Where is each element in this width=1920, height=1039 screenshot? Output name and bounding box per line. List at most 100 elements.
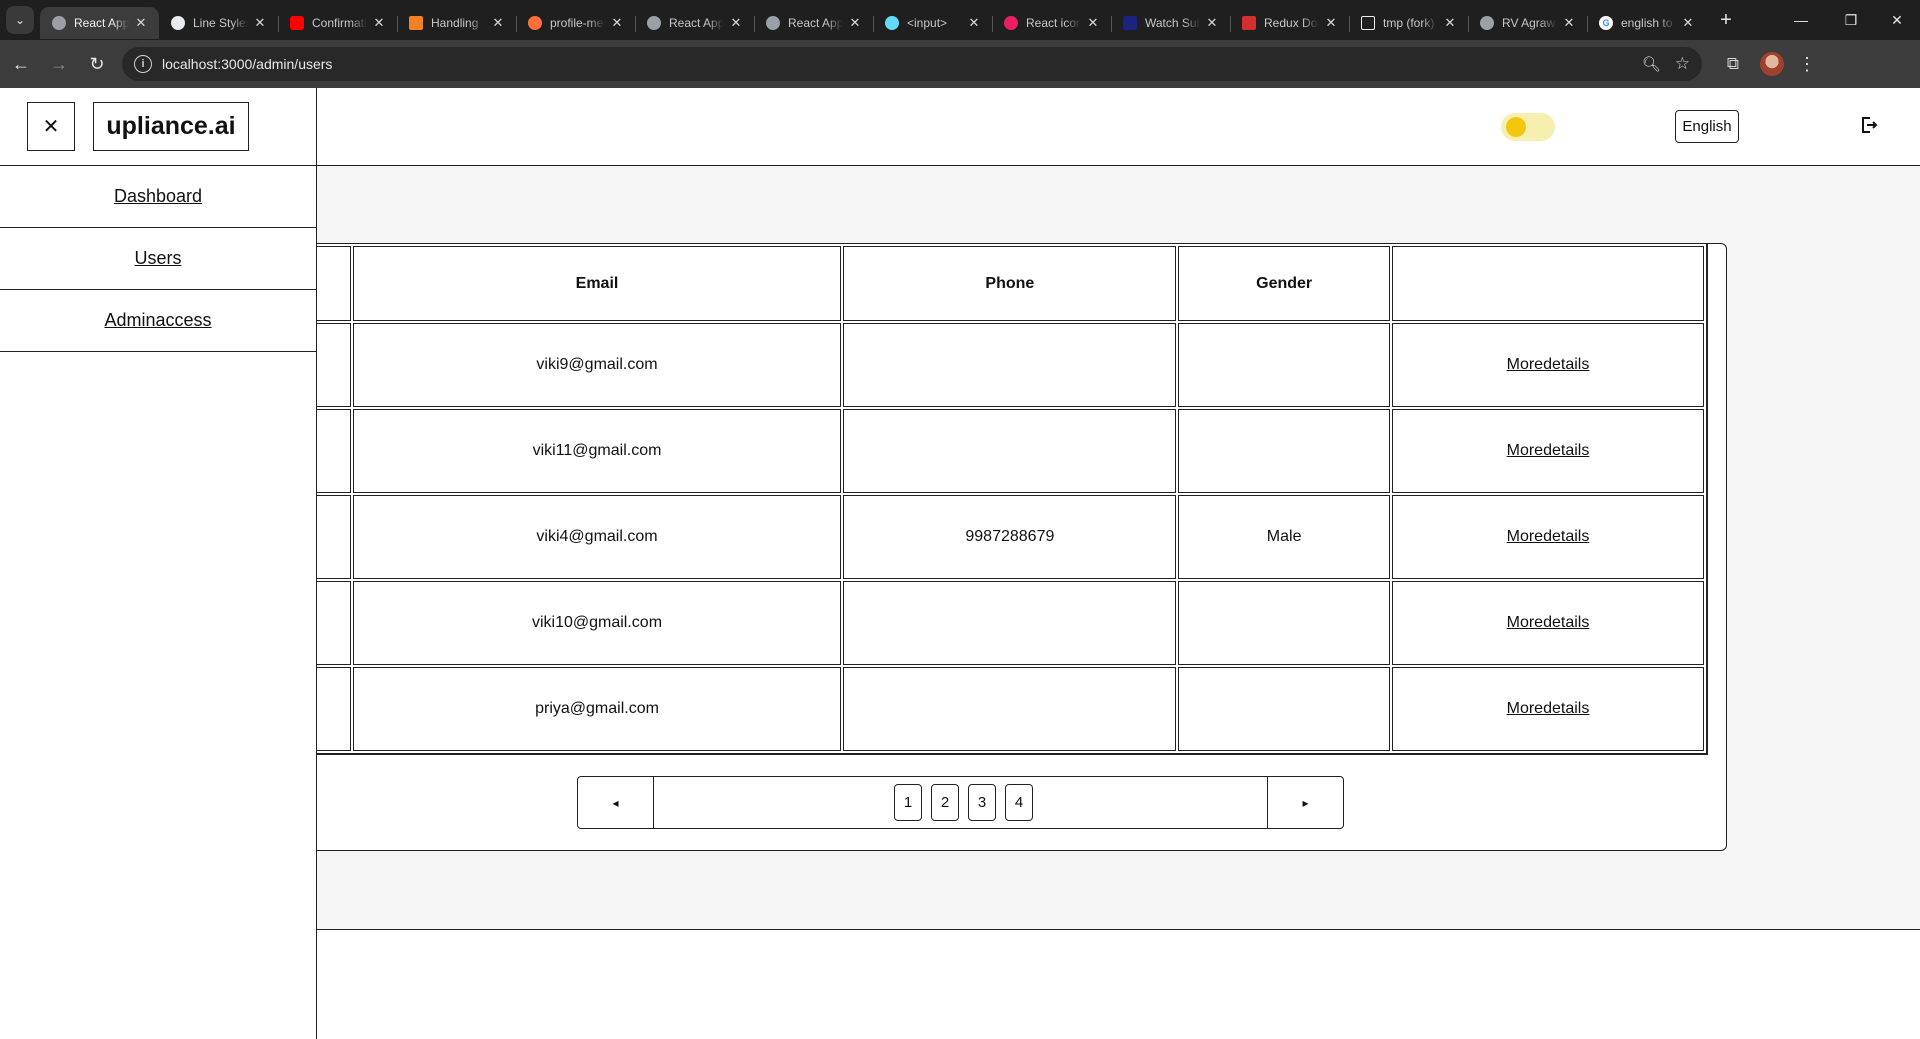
page-button-4[interactable]: 4 xyxy=(1005,784,1033,821)
language-select-button[interactable]: English xyxy=(1675,110,1739,143)
table-cell-hidden xyxy=(317,409,351,493)
extensions-puzzle-icon[interactable]: ⧉ xyxy=(1716,47,1750,81)
react-icons-icon xyxy=(1004,16,1018,30)
tab-list: React App ✕ Line Styles ✕ Confirmation ✕… xyxy=(40,0,1706,40)
bookmark-star-icon[interactable]: ☆ xyxy=(1675,54,1690,74)
email-cell: viki9@gmail.com xyxy=(352,323,842,407)
gender-cell xyxy=(1178,581,1390,665)
close-tab-icon[interactable]: ✕ xyxy=(252,15,268,31)
more-details-link[interactable]: Moredetails xyxy=(1507,700,1590,717)
table-header-hidden xyxy=(317,246,351,321)
top-header: English xyxy=(317,88,1920,166)
action-cell: Moredetails xyxy=(1391,581,1704,665)
close-tab-icon[interactable]: ✕ xyxy=(371,15,387,31)
browser-tab[interactable]: profile-menu ✕ xyxy=(516,7,635,39)
browser-tab[interactable]: Watch Sub ✕ xyxy=(1111,7,1230,39)
browser-tab[interactable]: React icons ✕ xyxy=(992,7,1111,39)
browser-tab[interactable]: React App ✕ xyxy=(40,7,159,39)
browser-tab[interactable]: G english to ✕ xyxy=(1587,7,1706,39)
restore-icon[interactable]: ❐ xyxy=(1828,0,1874,40)
shield-icon xyxy=(171,16,185,30)
close-tab-icon[interactable]: ✕ xyxy=(728,15,744,31)
phone-cell xyxy=(843,581,1177,665)
theme-toggle[interactable] xyxy=(1501,113,1555,141)
users-table: Email Phone Gender viki9@gmail.com Mored… xyxy=(317,244,1708,755)
table-cell-hidden xyxy=(317,323,351,407)
table-header-phone: Phone xyxy=(843,246,1177,321)
sidebar-item-users[interactable]: Users xyxy=(0,228,316,290)
close-window-icon[interactable]: ✕ xyxy=(1874,0,1920,40)
page-number-list: 1 2 3 4 xyxy=(654,777,1267,828)
tab-title: Redux Docs xyxy=(1264,16,1319,30)
close-tab-icon[interactable]: ✕ xyxy=(966,15,982,31)
minimize-icon[interactable]: — xyxy=(1778,0,1824,40)
square-icon xyxy=(1361,16,1375,30)
close-tab-icon[interactable]: ✕ xyxy=(1561,15,1577,31)
browser-tab[interactable]: React App ✕ xyxy=(754,7,873,39)
browser-tab[interactable]: tmp (fork) ✕ xyxy=(1349,7,1468,39)
more-details-link[interactable]: Moredetails xyxy=(1507,442,1590,459)
close-tab-icon[interactable]: ✕ xyxy=(490,15,506,31)
globe-icon xyxy=(52,16,66,30)
main-content: Email Phone Gender viki9@gmail.com Mored… xyxy=(317,166,1920,930)
prev-page-caret-icon[interactable]: ◂ xyxy=(578,777,654,828)
phone-cell xyxy=(843,409,1177,493)
profile-avatar[interactable] xyxy=(1760,52,1784,76)
page-button-2[interactable]: 2 xyxy=(931,784,959,821)
tab-title: React App xyxy=(788,16,843,30)
browser-tab[interactable]: RV Agrawal ✕ xyxy=(1468,7,1587,39)
tab-title: React icons xyxy=(1026,16,1081,30)
close-tab-icon[interactable]: ✕ xyxy=(1323,15,1339,31)
close-tab-icon[interactable]: ✕ xyxy=(1680,15,1696,31)
email-cell: priya@gmail.com xyxy=(352,667,842,751)
reload-icon[interactable]: ↻ xyxy=(80,47,114,81)
tab-search-chevron-icon[interactable]: ⌄ xyxy=(6,6,34,34)
email-cell: viki10@gmail.com xyxy=(352,581,842,665)
logout-icon[interactable] xyxy=(1858,114,1880,136)
tab-title: Watch Sub xyxy=(1145,16,1200,30)
table-row: viki11@gmail.com Moredetails xyxy=(317,409,1704,493)
more-details-link[interactable]: Moredetails xyxy=(1507,528,1590,545)
close-tab-icon[interactable]: ✕ xyxy=(1204,15,1220,31)
browser-menu-kebab-icon[interactable]: ⋮ xyxy=(1792,47,1822,81)
close-tab-icon[interactable]: ✕ xyxy=(133,15,149,31)
table-header-action xyxy=(1391,246,1704,321)
browser-tab[interactable]: Redux Docs ✕ xyxy=(1230,7,1349,39)
browser-tab[interactable]: Confirmation ✕ xyxy=(278,7,397,39)
action-cell: Moredetails xyxy=(1391,667,1704,751)
page-button-1[interactable]: 1 xyxy=(894,784,922,821)
sidebar-item-dashboard[interactable]: Dashboard xyxy=(0,166,316,228)
email-cell: viki11@gmail.com xyxy=(352,409,842,493)
sidebar-header: ✕ upliance.ai xyxy=(0,88,316,166)
forward-arrow-icon[interactable]: → xyxy=(42,47,76,81)
next-page-caret-icon[interactable]: ▸ xyxy=(1267,777,1343,828)
site-info-icon[interactable]: i xyxy=(134,55,152,73)
globe-icon xyxy=(1480,16,1494,30)
tab-title: Handling xyxy=(431,16,479,30)
back-arrow-icon[interactable]: ← xyxy=(4,47,38,81)
tab-title: React App xyxy=(669,16,724,30)
zoom-magnifier-icon[interactable]: 🔍︎ xyxy=(1642,55,1661,73)
browser-tab[interactable]: Line Styles ✕ xyxy=(159,7,278,39)
close-tab-icon[interactable]: ✕ xyxy=(609,15,625,31)
sidebar-item-adminaccess[interactable]: Adminaccess xyxy=(0,290,316,352)
address-bar[interactable]: i localhost:3000/admin/users 🔍︎ ☆ xyxy=(122,47,1702,81)
browser-tab[interactable]: Handling ✕ xyxy=(397,7,516,39)
browser-tab[interactable]: React App ✕ xyxy=(635,7,754,39)
page-button-3[interactable]: 3 xyxy=(968,784,996,821)
new-tab-plus-icon[interactable]: + xyxy=(1712,6,1740,34)
more-details-link[interactable]: Moredetails xyxy=(1507,356,1590,373)
close-tab-icon[interactable]: ✕ xyxy=(1442,15,1458,31)
gender-cell xyxy=(1178,323,1390,407)
close-sidebar-button[interactable]: ✕ xyxy=(27,102,75,151)
more-details-link[interactable]: Moredetails xyxy=(1507,614,1590,631)
globe-icon xyxy=(766,16,780,30)
close-tab-icon[interactable]: ✕ xyxy=(1085,15,1101,31)
users-table-card: Email Phone Gender viki9@gmail.com Mored… xyxy=(317,243,1727,851)
close-tab-icon[interactable]: ✕ xyxy=(847,15,863,31)
browser-toolbar: ← → ↻ i localhost:3000/admin/users 🔍︎ ☆ … xyxy=(0,40,1920,88)
page-viewport: ✕ upliance.ai Dashboard Users Adminacces… xyxy=(0,88,1920,1039)
browser-tab[interactable]: <input> ✕ xyxy=(873,7,992,39)
action-cell: Moredetails xyxy=(1391,495,1704,579)
url-text[interactable]: localhost:3000/admin/users xyxy=(162,56,1634,72)
